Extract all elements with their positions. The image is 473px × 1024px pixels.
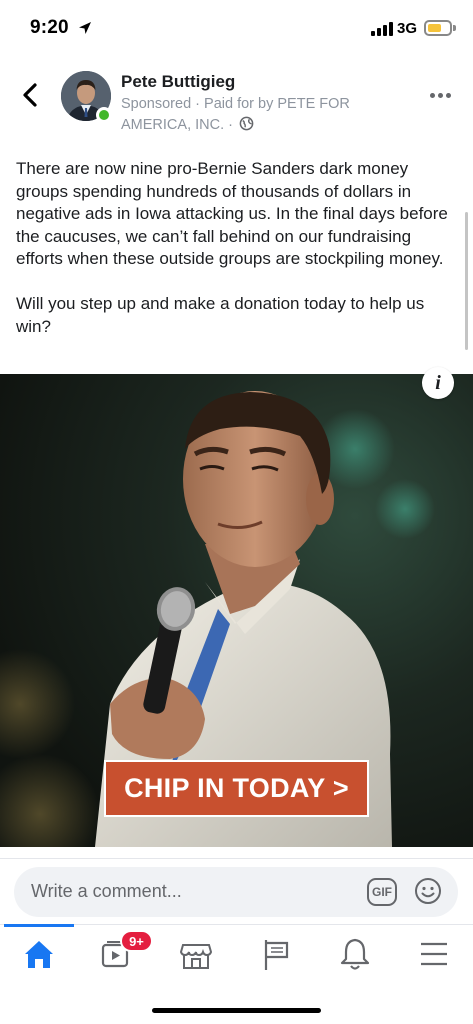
comment-input[interactable]: Write a comment... GIF: [14, 867, 458, 917]
post-body: There are now nine pro-Bernie Sanders da…: [16, 158, 461, 361]
comment-placeholder: Write a comment...: [31, 881, 182, 901]
battery-icon: [424, 20, 452, 36]
tab-bar: [0, 924, 473, 984]
pages-flag-icon[interactable]: [255, 932, 299, 976]
ad-info-icon[interactable]: i: [422, 367, 454, 399]
post-header: Pete Buttigieg Sponsored · Paid for by P…: [0, 64, 473, 136]
home-indicator: [152, 1008, 321, 1013]
status-bar: 9:20 3G: [0, 0, 473, 56]
globe-icon: [239, 116, 254, 131]
scroll-indicator[interactable]: [465, 212, 468, 350]
sponsored-meta: Sponsored · Paid for by PETE FOR AMERICA…: [121, 94, 391, 136]
home-icon[interactable]: [17, 932, 61, 976]
marketplace-icon[interactable]: [174, 932, 218, 976]
online-status-dot: [96, 107, 112, 123]
status-time: 9:20: [30, 17, 69, 38]
watch-badge: 9+: [120, 930, 153, 952]
emoji-icon[interactable]: [414, 877, 442, 905]
signal-strength-icon: [371, 22, 393, 36]
divider: [0, 858, 473, 859]
post-paragraph: There are now nine pro-Bernie Sanders da…: [16, 159, 448, 268]
network-type: 3G: [397, 20, 418, 37]
back-chevron-icon[interactable]: [18, 80, 42, 110]
sponsored-meta-text: Sponsored · Paid for by PETE FOR AMERICA…: [121, 96, 350, 133]
gif-button[interactable]: GIF: [367, 878, 397, 906]
menu-icon[interactable]: [412, 932, 456, 976]
more-options-icon[interactable]: [430, 91, 454, 101]
notifications-bell-icon[interactable]: [333, 932, 377, 976]
page-name[interactable]: Pete Buttigieg: [121, 72, 235, 92]
chip-in-today-button[interactable]: CHIP IN TODAY >: [104, 760, 369, 817]
tab-active-indicator: [4, 924, 74, 927]
battery-tip: [453, 25, 456, 31]
post-paragraph: Will you step up and make a donation tod…: [16, 294, 425, 336]
location-arrow-icon: [79, 22, 91, 34]
